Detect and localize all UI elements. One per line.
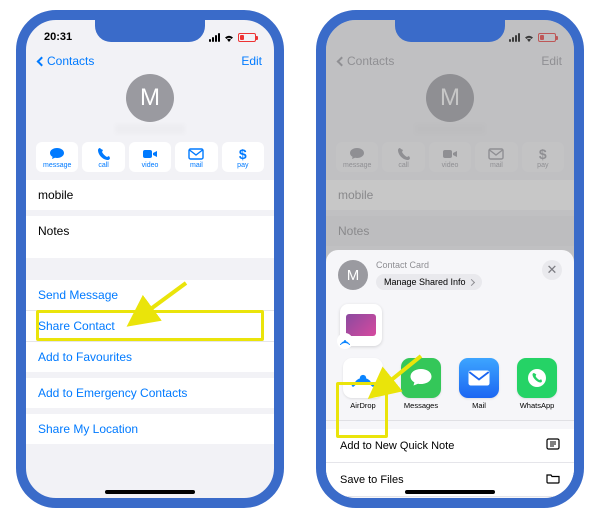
message-icon	[49, 147, 65, 161]
action-row: message call video mail $ pay	[26, 138, 274, 180]
message-button[interactable]: message	[36, 142, 78, 172]
back-label: Contacts	[47, 54, 94, 68]
quicknote-icon	[546, 438, 560, 453]
status-time: 20:31	[44, 31, 72, 43]
add-emergency-link[interactable]: Add to Emergency Contacts	[26, 378, 274, 408]
whatsapp-app[interactable]: WhatsApp	[514, 358, 560, 410]
share-sheet: M Contact Card Manage Shared Info ✕	[326, 250, 574, 498]
contact-thumbnail-row	[326, 296, 574, 350]
battery-icon	[238, 33, 256, 42]
mail-app[interactable]: Mail	[456, 358, 502, 410]
share-apps-row: AirDrop Messages Mail WhatsApp	[326, 350, 574, 421]
phone-left: 20:31 Contacts Edit M message call video	[16, 10, 284, 508]
avatar: M	[126, 74, 174, 122]
video-icon	[142, 147, 158, 161]
call-button[interactable]: call	[82, 142, 124, 172]
close-icon: ✕	[547, 262, 558, 278]
pay-icon: $	[235, 147, 251, 161]
close-button[interactable]: ✕	[542, 260, 562, 280]
video-button[interactable]: video	[129, 142, 171, 172]
mail-button[interactable]: mail	[175, 142, 217, 172]
notes-field[interactable]: Notes	[26, 216, 274, 258]
notch	[95, 18, 205, 42]
home-indicator[interactable]	[405, 490, 495, 494]
add-favourites-link[interactable]: Add to Favourites	[26, 342, 274, 372]
airdrop-badge-icon	[337, 333, 353, 349]
contact-card-thumbnail[interactable]	[340, 304, 382, 346]
whatsapp-icon	[517, 358, 557, 398]
folder-icon	[546, 472, 560, 487]
share-location-link[interactable]: Share My Location	[26, 414, 274, 444]
signal-icon	[209, 33, 220, 42]
chevron-left-icon	[37, 56, 47, 66]
manage-shared-info-button[interactable]: Manage Shared Info	[376, 274, 482, 290]
back-button[interactable]: Contacts	[38, 54, 94, 68]
nav-bar: Contacts Edit	[26, 48, 274, 74]
phone-icon	[96, 147, 112, 161]
sheet-avatar: M	[338, 260, 368, 290]
chevron-right-icon	[468, 278, 475, 285]
mail-icon	[188, 147, 204, 161]
edit-button[interactable]: Edit	[241, 54, 262, 68]
phone-right: Contacts Edit M message call video mail …	[316, 10, 584, 508]
home-indicator[interactable]	[105, 490, 195, 494]
mobile-field[interactable]: mobile	[26, 180, 274, 210]
wifi-icon	[223, 33, 235, 42]
annotation-arrow-2	[366, 352, 426, 400]
notch	[395, 18, 505, 42]
mail-app-icon	[459, 358, 499, 398]
sheet-title: Contact Card	[376, 260, 482, 270]
contact-header: M	[26, 74, 274, 138]
add-quick-note-item[interactable]: Add to New Quick Note	[326, 429, 574, 463]
contact-name	[115, 124, 185, 134]
annotation-arrow	[121, 278, 191, 328]
wallpaper-icon	[346, 314, 376, 336]
pay-button[interactable]: $ pay	[222, 142, 264, 172]
